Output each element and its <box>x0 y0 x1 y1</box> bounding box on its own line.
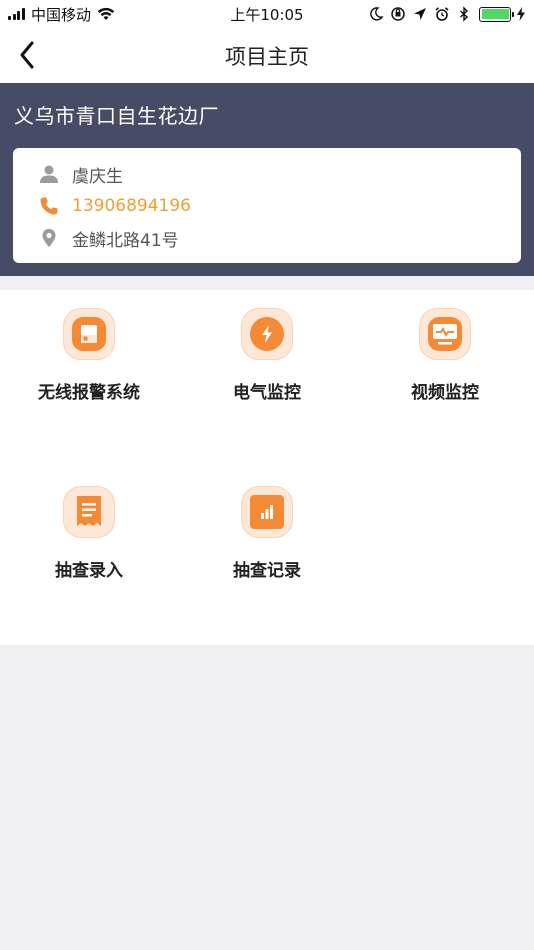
menu-label: 视频监控 <box>411 383 479 403</box>
menu-item-wireless-alarm[interactable]: 无线报警系统 <box>0 290 178 420</box>
location-arrow-icon <box>414 8 426 20</box>
project-header: 义乌市青口自生花边厂 虞庆生 13906894196 金鳞北路41号 <box>0 83 534 276</box>
moon-icon <box>370 7 384 21</box>
contact-card: 虞庆生 13906894196 金鳞北路41号 <box>13 148 521 263</box>
address-text: 金鳞北路41号 <box>72 230 179 251</box>
menu-item-spot-check-entry[interactable]: 抽查录入 <box>0 468 178 598</box>
bar-chart-icon <box>241 486 293 538</box>
status-right <box>362 4 526 24</box>
receipt-icon <box>63 486 115 538</box>
orientation-lock-icon <box>391 7 405 21</box>
charging-bolt-icon <box>517 7 525 21</box>
menu-label: 电气监控 <box>233 383 301 403</box>
address-row: 金鳞北路41号 <box>39 225 179 251</box>
person-icon <box>39 164 59 184</box>
menu-label: 无线报警系统 <box>38 383 140 403</box>
menu-label: 抽查录入 <box>55 561 123 581</box>
menu-item-video-monitor[interactable]: 视频监控 <box>356 290 534 420</box>
page-title: 项目主页 <box>225 45 309 69</box>
menu-item-spot-check-records[interactable]: 抽查记录 <box>178 468 356 598</box>
menu-label: 抽查记录 <box>233 561 301 581</box>
alarm-clock-icon <box>435 7 449 21</box>
wireless-alarm-icon <box>63 308 115 360</box>
project-name: 义乌市青口自生花边厂 <box>14 104 219 128</box>
bluetooth-icon <box>460 6 469 22</box>
location-pin-icon <box>39 228 59 248</box>
phone-row[interactable]: 13906894196 <box>39 193 191 219</box>
status-bar: 中国移动 上午10:05 <box>0 0 534 28</box>
phone-number[interactable]: 13906894196 <box>72 196 191 216</box>
menu-item-electrical-monitor[interactable]: 电气监控 <box>178 290 356 420</box>
nav-bar: 项目主页 <box>0 28 534 83</box>
video-monitor-icon <box>419 308 471 360</box>
contact-row: 虞庆生 <box>39 161 123 187</box>
battery-icon <box>479 6 514 22</box>
lightning-icon <box>241 308 293 360</box>
contact-name: 虞庆生 <box>72 166 123 187</box>
phone-icon <box>39 196 59 216</box>
function-menu: 无线报警系统 电气监控 视频监控 抽查录入 抽查记录 <box>0 290 534 645</box>
